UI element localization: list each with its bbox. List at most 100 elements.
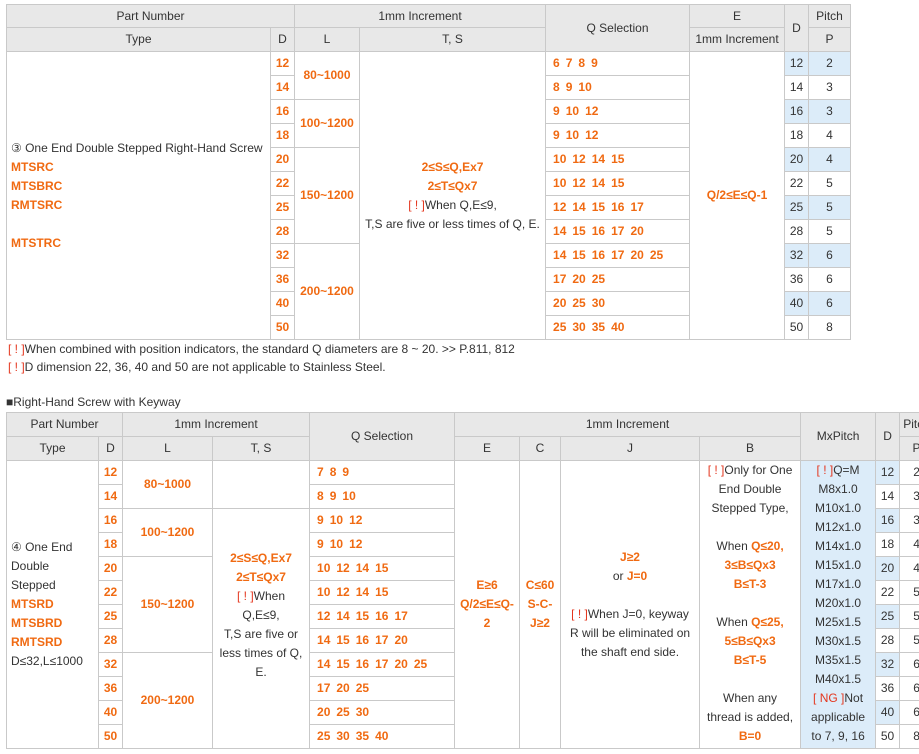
mxpitch-value: M25x1.5	[815, 615, 862, 629]
q-value: 10	[329, 513, 344, 527]
b-condition: Q≤25,	[751, 615, 784, 629]
d-dimension: 22	[784, 171, 810, 196]
d-dimension: 32	[784, 243, 810, 268]
mxpitch-value: Q=M	[833, 463, 860, 477]
q-value: 9	[329, 489, 337, 503]
d-value: 20	[270, 147, 295, 172]
q-value: 12	[553, 200, 567, 214]
d-value: 14	[98, 484, 123, 509]
header-p: P	[808, 27, 852, 52]
q-value: 12	[317, 609, 331, 623]
q-value: 17	[375, 633, 389, 647]
q-value: 6	[553, 56, 560, 70]
q-value: 12	[572, 176, 586, 190]
q-value: 30	[355, 705, 370, 719]
q-value: 16	[611, 200, 625, 214]
ts-note: When	[253, 589, 286, 603]
e-cell: Q/2≤E≤Q-1	[689, 51, 786, 340]
l-range: 200~1200	[294, 243, 360, 340]
q-selection-cell: 14 15 16 17 20	[545, 219, 691, 244]
l-range: 150~1200	[122, 556, 213, 653]
header-increment-2: 1mm Increment	[454, 412, 802, 437]
q-selection-cell: 14 15 16 17 20 25	[545, 243, 691, 268]
model-rmtsrd: RMTSRD	[11, 635, 63, 649]
q-value: 14	[317, 657, 331, 671]
d-dimension: 36	[784, 267, 810, 292]
ts-cell: 2≤S≤Q,Ex7 2≤T≤Qx7 [ ! ]When Q,E≤9, T,S are f…	[211, 508, 311, 749]
q-value: 20	[553, 296, 567, 310]
pitch-value: 4	[808, 147, 852, 172]
q-selection-cell: 14 15 16 17 20	[309, 628, 456, 653]
e-line: E≥6	[476, 578, 498, 592]
pitch-value: 8	[899, 724, 919, 749]
q-value: 10	[565, 128, 580, 142]
b-cell: [ ! ]Only for One End Double Stepped Type,…	[699, 460, 802, 749]
q-value: 35	[591, 320, 606, 334]
pitch-value: 3	[808, 75, 852, 100]
warning-mark: [ ! ]	[707, 463, 725, 477]
q-value: 9	[553, 128, 560, 142]
ts-note: less times of Q,	[219, 646, 303, 660]
q-value: 15	[572, 248, 586, 262]
b-condition: B≤T-3	[733, 577, 767, 591]
q-value: 25	[572, 296, 586, 310]
header-ts: T, S	[358, 27, 547, 52]
d-value: 40	[270, 291, 295, 316]
j-zero: J=0	[626, 568, 648, 583]
pitch-value: 6	[899, 676, 919, 701]
mxpitch-value: M40x1.5	[815, 672, 862, 686]
d-value: 28	[98, 628, 123, 653]
header-increment: 1mm Increment	[121, 412, 311, 437]
b-when: When	[716, 539, 752, 553]
mxpitch-value: M15x1.0	[815, 558, 862, 572]
e-cell: E≥6 Q/2≤E≤Q- 2	[454, 460, 521, 749]
q-selection-cell: 8 9 10	[309, 484, 456, 509]
warning-mark: [ ! ]	[8, 342, 25, 356]
j-note: R will be eliminated on	[569, 625, 691, 640]
header-q-selection: Q Selection	[545, 4, 691, 52]
q-value: 30	[572, 320, 586, 334]
d-dimension: 18	[784, 123, 810, 148]
warning-mark: [ ! ]	[816, 463, 834, 477]
q-value: 15	[572, 224, 586, 238]
j-or: or	[612, 568, 624, 583]
header-part-number: Part Number	[6, 4, 295, 28]
pitch-value: 3	[899, 508, 919, 533]
q-value: 17	[317, 681, 331, 695]
d-dimension: 16	[784, 99, 810, 124]
l-range: 80~1000	[294, 51, 360, 100]
d-value: 14	[270, 75, 295, 100]
q-value: 14	[317, 633, 331, 647]
pitch-value: 2	[899, 460, 919, 485]
q-value: 12	[336, 585, 350, 599]
q-value: 17	[611, 224, 625, 238]
ts-cell-empty	[211, 460, 311, 509]
d-dimension: 20	[875, 556, 901, 581]
d-dimension: 40	[784, 291, 810, 316]
q-value: 16	[591, 224, 606, 238]
d-dimension: 36	[875, 676, 901, 701]
q-value: 10	[317, 585, 331, 599]
q-selection-cell: 789	[309, 460, 456, 485]
q-value: 35	[355, 729, 370, 743]
section-title-keyway: ■Right-Hand Screw with Keyway	[6, 395, 181, 409]
d-value: 12	[98, 460, 123, 485]
pitch-value: 6	[808, 267, 852, 292]
q-value: 20	[572, 272, 586, 286]
q-selection-cell: 12 14 15 16 17	[309, 604, 456, 629]
warning-mark: [ ! ]	[8, 360, 25, 374]
mxpitch-value: M12x1.0	[815, 520, 862, 534]
pitch-value: 4	[899, 556, 919, 581]
q-value: 15	[611, 176, 625, 190]
ts-condition-t: 2≤T≤Qx7	[427, 178, 478, 193]
header-type: Type	[6, 27, 271, 52]
ts-condition-s: 2≤S≤Q,Ex7	[421, 159, 484, 174]
q-value: 14	[355, 561, 370, 575]
q-selection-cell: 25 30 35 40	[545, 315, 691, 340]
q-selection-cell: 10 12 14 15	[545, 147, 691, 172]
note-text: D dimension 22, 36, 40 and 50 are not ap…	[24, 360, 386, 374]
pitch-value: 4	[808, 123, 852, 148]
table-row: ③ One End Double Stepped Right-Hand Scre…	[6, 51, 852, 340]
q-value: 30	[336, 729, 350, 743]
j-condition: J≥2	[620, 549, 640, 564]
